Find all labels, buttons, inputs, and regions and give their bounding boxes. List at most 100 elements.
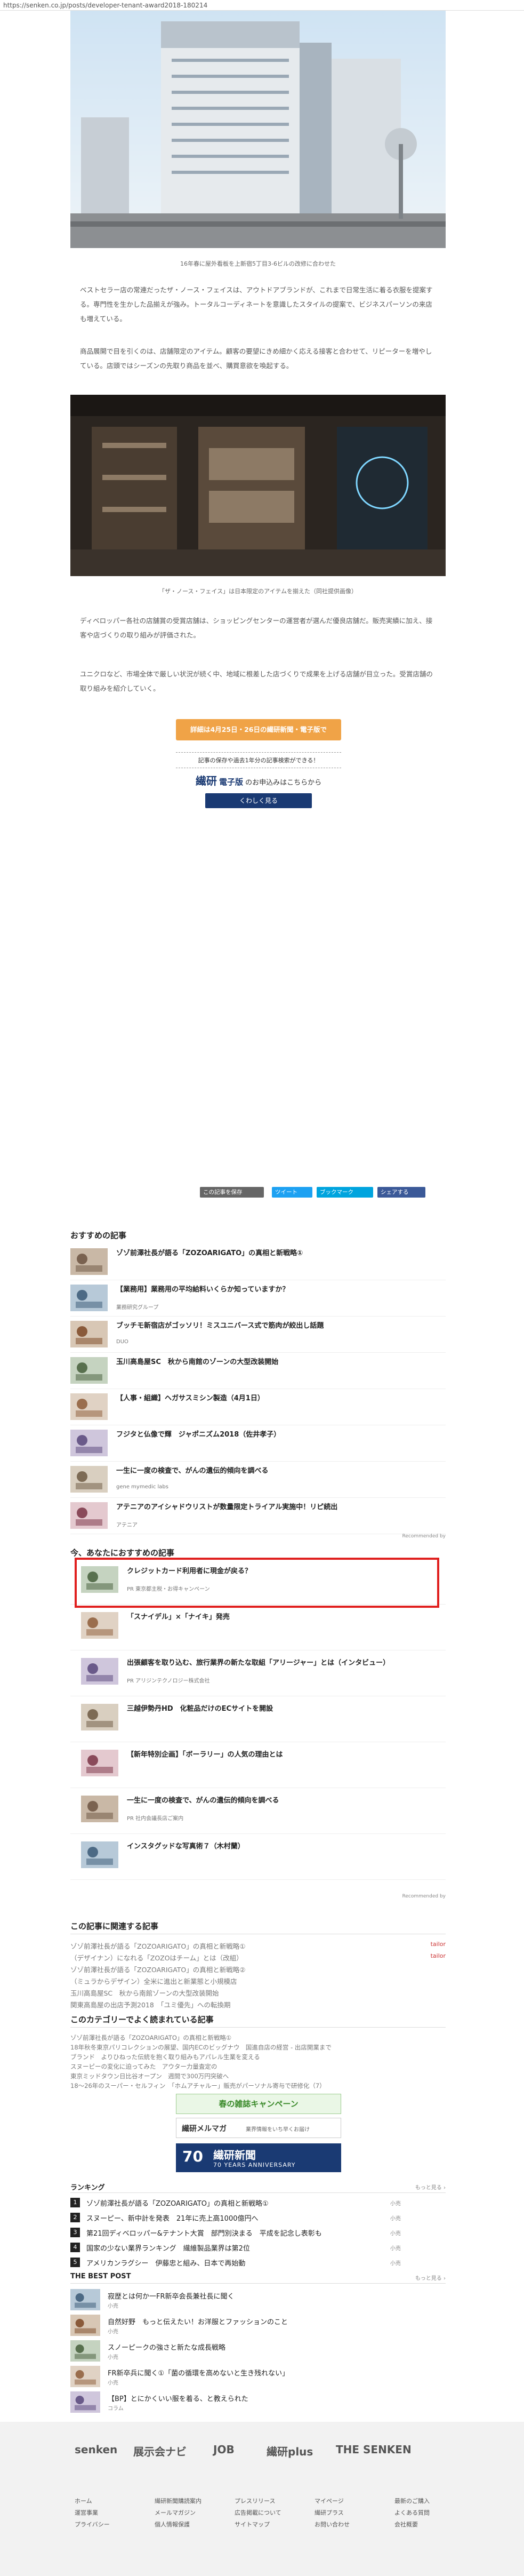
article-thumbnail[interactable] <box>70 1321 108 1347</box>
also-item-title[interactable]: 【新年特別企画】「ボーラリー」の人気の理由とは <box>127 1749 283 1759</box>
article-thumbnail[interactable] <box>70 1248 108 1275</box>
anniversary-ad[interactable]: 70 繊研新聞 70 YEARS ANNIVERSARY <box>176 2143 341 2172</box>
recommend-item[interactable]: 一生に一度の検査で、がんの遺伝的傾向を調べる gene mymedic labs <box>70 1461 446 1498</box>
ranking-item[interactable]: 3 第21回ディベロッパー&テナント大賞 部門別決まる 平成を記念し表彰も 小売 <box>70 2226 446 2240</box>
article-thumbnail[interactable] <box>70 1393 108 1420</box>
best-post-thumbnail[interactable] <box>70 2391 100 2413</box>
best-post-item[interactable]: スノーピークの強さと新たな成長戦略 小売 <box>70 2339 446 2363</box>
best-post-thumbnail[interactable] <box>70 2289 100 2310</box>
footer-link[interactable]: 個人情報保護 <box>155 2520 190 2529</box>
footer-logo[interactable]: 繊研plus <box>267 2443 313 2459</box>
best-post-thumbnail[interactable] <box>70 2315 100 2336</box>
article-thumbnail[interactable] <box>81 1658 118 1685</box>
save-article-button[interactable]: この記事を保存 <box>200 1187 264 1198</box>
footer-link[interactable]: プライバシー <box>75 2520 110 2529</box>
best-post-title-text[interactable]: 自然好野 もっと伝えたい！お洋服とファッションのこと <box>108 2316 288 2326</box>
also-recommend-item[interactable]: 「スナイデル」×「ナイキ」発売 <box>70 1607 446 1650</box>
related-article-text[interactable]: ゾゾ前澤社長が語る「ZOZOARIGATO」の真相と新戦略① <box>70 1942 245 1950</box>
footer-logo[interactable]: JOB <box>213 2443 235 2456</box>
best-post-item[interactable]: 【BP】とにかくいい服を着る、と教えられた コラム <box>70 2390 446 2414</box>
also-recommend-item[interactable]: 【新年特別企画】「ボーラリー」の人気の理由とは <box>70 1744 446 1788</box>
footer-link[interactable]: メールマガジン <box>155 2508 196 2517</box>
also-recommend-item[interactable]: 三越伊勢丹HD 化粧品だけのECサイトを開設 <box>70 1698 446 1742</box>
recommend-item[interactable]: フジタと仏像で輝 ジャポニズム2018（佐井孝子） <box>70 1424 446 1462</box>
ranking-title[interactable]: アメリカンラグシー 伊藤忠と組み、日本で再始動 <box>86 2258 245 2268</box>
recommend-item-title[interactable]: アテニアのアイシャドウリストが数量限定トライアル実施中！リピ続出 <box>116 1501 337 1511</box>
best-post-item[interactable]: 寂歴とは何か一FR新卒会長兼社長に聞く 小売 <box>70 2287 446 2312</box>
related-article-link[interactable]: （デザイナン）になれる「ZOZOはチーム」とは（改組） tailor <box>70 1952 446 1963</box>
category-article-link[interactable]: ゾゾ前澤社長が語る「ZOZOARIGATO」の真相と新戦略① <box>70 2033 446 2042</box>
related-article-text[interactable]: （デザイナン）になれる「ZOZOはチーム」とは（改組） <box>70 1954 243 1962</box>
article-thumbnail[interactable] <box>70 1466 108 1493</box>
digital-edition-banner[interactable]: 記事の保存や過去1年分の記事検索ができる！ 繊研 電子版 のお申込みはこちらから… <box>176 752 341 816</box>
mail-magazine-ad[interactable]: 繊研メルマガ 業界情報をいち早くお届け <box>176 2118 341 2138</box>
ranking-item[interactable]: 4 国家の少ない業界ランキング 繊維製品業界は第2位 小売 <box>70 2240 446 2255</box>
address-bar[interactable]: https://senken.co.jp/posts/developer-ten… <box>0 0 524 11</box>
category-article-link[interactable]: 18年秋冬東京パリコレクションの展望、国内ECのビッグナウ 国進自店の経営 - … <box>70 2043 446 2052</box>
best-post-title-text[interactable]: スノーピークの強さと新たな成長戦略 <box>108 2342 225 2352</box>
recommend-item-title[interactable]: 一生に一度の検査で、がんの遺伝的傾向を調べる <box>116 1465 268 1475</box>
footer-link[interactable]: 繊研プラス <box>315 2508 344 2517</box>
best-post-title-text[interactable]: 【BP】とにかくいい服を着る、と教えられた <box>108 2393 248 2403</box>
ranking-title[interactable]: 第21回ディベロッパー&テナント大賞 部門別決まる 平成を記念し表彰も <box>86 2228 322 2238</box>
best-post-title-text[interactable]: FR新卒兵に聞く①「菌の循環を高めないと生き残れない」 <box>108 2367 289 2378</box>
related-article-link[interactable]: ゾゾ前澤社長が語る「ZOZOARIGATO」の真相と新戦略② <box>70 1964 446 1974</box>
ranking-title[interactable]: 国家の少ない業界ランキング 繊維製品業界は第2位 <box>86 2243 250 2253</box>
print-edition-cta[interactable]: 詳細は4月25日・26日の繊研新聞・電子版で <box>176 719 341 740</box>
also-recommend-item[interactable]: 一生に一度の検査で、がんの遺伝的傾向を調べる PR 社内会議長店ご案内 <box>70 1790 446 1834</box>
ranking-title[interactable]: スヌーピー、新中計を発表 21年に売上高1000億円へ <box>86 2213 259 2223</box>
article-thumbnail[interactable] <box>70 1430 108 1456</box>
recommend-item-title[interactable]: ブッチモ新宿店がゴッソリ！ミスユニバース式で筋肉が絞出し話題 <box>116 1320 324 1330</box>
related-article-link[interactable]: 関東高島屋の出店予測2018 「ユミ優先」への転換期 <box>70 1999 446 2009</box>
recommend-item-title[interactable]: 玉川高島屋SC 秋から南館のゾーンの大型改装開始 <box>116 1356 278 1366</box>
also-item-title[interactable]: 「スナイデル」×「ナイキ」発売 <box>127 1611 230 1621</box>
related-article-text[interactable]: 玉川高島屋SC 秋から南館ゾーンの大型改装開始 <box>70 1989 219 1997</box>
recommend-item[interactable]: 【業務用】業務用の平均給料いくらか知っていますか？ 業務研究グループ <box>70 1279 446 1317</box>
best-post-item[interactable]: 自然好野 もっと伝えたい！お洋服とファッションのこと 小売 <box>70 2313 446 2338</box>
recommend-item[interactable]: ゾゾ前澤社長が語る「ZOZOARIGATO」の真相と新戦略① <box>70 1243 446 1280</box>
banner-more-button[interactable]: くわしく見る <box>205 793 312 808</box>
footer-logo[interactable]: senken <box>75 2443 117 2456</box>
article-thumbnail[interactable] <box>81 1841 118 1868</box>
related-article-link[interactable]: ゾゾ前澤社長が語る「ZOZOARIGATO」の真相と新戦略① tailor <box>70 1941 446 1951</box>
also-recommend-item[interactable]: インスタグッドな写真術７（木村蘭） <box>70 1836 446 1880</box>
article-thumbnail[interactable] <box>70 1357 108 1384</box>
best-post-item[interactable]: FR新卒兵に聞く①「菌の循環を高めないと生き残れない」 小売 <box>70 2364 446 2389</box>
category-article-link[interactable]: 18〜26年のスーパー・セルフィン 「ホムアチャルー」販売がパーソナル寄与で研修… <box>70 2081 446 2090</box>
recommend-item[interactable]: 玉川高島屋SC 秋から南館のゾーンの大型改装開始 <box>70 1352 446 1389</box>
related-article-text[interactable]: 関東高島屋の出店予測2018 「ユミ優先」への転換期 <box>70 2001 231 2009</box>
recommend-item[interactable]: アテニアのアイシャドウリストが数量限定トライアル実施中！リピ続出 アテニア <box>70 1497 446 1534</box>
recommend-item-title[interactable]: 【人事・組織】ヘガサスミシン製造（4月1日） <box>116 1392 264 1402</box>
also-item-title[interactable]: 出張顧客を取り込む、旅行業界の新たな取組「アリージャー」とは（インタビュー） <box>127 1657 390 1667</box>
related-article-link[interactable]: 玉川高島屋SC 秋から南館ゾーンの大型改装開始 <box>70 1988 446 1998</box>
facebook-share-button[interactable]: シェアする <box>377 1187 425 1198</box>
article-thumbnail[interactable] <box>70 1502 108 1529</box>
footer-logo[interactable]: THE SENKEN <box>336 2443 412 2456</box>
footer-link[interactable]: プレスリリース <box>235 2497 275 2505</box>
spring-campaign-ad[interactable]: 春の雑誌キャンペーン <box>176 2094 341 2114</box>
recommend-item-title[interactable]: フジタと仏像で輝 ジャポニズム2018（佐井孝子） <box>116 1429 280 1439</box>
recommend-item[interactable]: 【人事・組織】ヘガサスミシン製造（4月1日） <box>70 1388 446 1425</box>
article-thumbnail[interactable] <box>81 1612 118 1639</box>
related-article-text[interactable]: （ミュラからデザイン）全米に進出と新業態と小規模店 <box>70 1977 237 1985</box>
best-post-title-text[interactable]: 寂歴とは何か一FR新卒会長兼社長に聞く <box>108 2291 235 2301</box>
related-article-link[interactable]: （ミュラからデザイン）全米に進出と新業態と小規模店 <box>70 1976 446 1986</box>
best-more-link[interactable]: もっと見る › <box>415 2274 446 2282</box>
footer-link[interactable]: 運営事業 <box>75 2508 98 2517</box>
category-article-link[interactable]: ブランド よりひねった伝統を抱く取り組みもアパレル生業を変える <box>70 2053 446 2061</box>
footer-link[interactable]: お問い合わせ <box>315 2520 350 2529</box>
footer-logo[interactable]: 展示会ナビ <box>133 2443 187 2459</box>
footer-link[interactable]: マイページ <box>315 2497 344 2505</box>
category-article-link[interactable]: 東京ミッドタウン日比谷オープン 週間で300万円突破へ <box>70 2072 446 2080</box>
also-item-title[interactable]: 一生に一度の検査で、がんの遺伝的傾向を調べる <box>127 1795 279 1805</box>
also-item-title[interactable]: 三越伊勢丹HD 化粧品だけのECサイトを開設 <box>127 1703 273 1713</box>
also-recommend-item[interactable]: 出張顧客を取り込む、旅行業界の新たな取組「アリージャー」とは（インタビュー） PR… <box>70 1653 446 1696</box>
footer-link[interactable]: よくある質問 <box>394 2508 430 2517</box>
recommend-item[interactable]: ブッチモ新宿店がゴッソリ！ミスユニバース式で筋肉が絞出し話題 DUO <box>70 1315 446 1353</box>
ranking-item[interactable]: 1 ゾゾ前澤社長が語る「ZOZOARIGATO」の真相と新戦略① 小売 <box>70 2196 446 2211</box>
footer-link[interactable]: 会社概要 <box>394 2520 418 2529</box>
hatena-bookmark-button[interactable]: ブックマーク <box>317 1187 373 1198</box>
ranking-title[interactable]: ゾゾ前澤社長が語る「ZOZOARIGATO」の真相と新戦略① <box>86 2198 269 2208</box>
footer-link[interactable]: 繊研新聞購読案内 <box>155 2497 201 2505</box>
related-article-text[interactable]: ゾゾ前澤社長が語る「ZOZOARIGATO」の真相と新戦略② <box>70 1966 245 1974</box>
